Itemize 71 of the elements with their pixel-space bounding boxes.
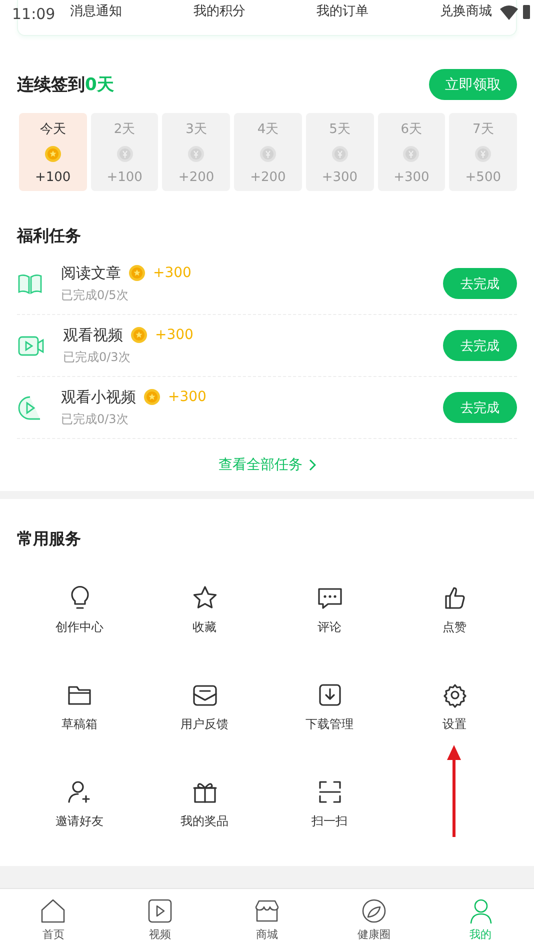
star-icon bbox=[192, 585, 218, 611]
task-name: 观看小视频 bbox=[61, 388, 136, 406]
service-label[interactable]: 评论 bbox=[318, 619, 342, 636]
coin-icon bbox=[144, 389, 160, 405]
battery-icon bbox=[523, 5, 530, 19]
nav-tab[interactable]: 视频 bbox=[149, 926, 172, 942]
status-time: 11:09 bbox=[12, 5, 56, 23]
day-points: +200 bbox=[178, 170, 214, 185]
download-icon bbox=[316, 682, 342, 708]
task-points: +300 bbox=[153, 265, 192, 281]
coin-icon bbox=[260, 146, 276, 162]
service-label[interactable]: 我的奖品 bbox=[180, 813, 228, 830]
add-person-icon bbox=[66, 779, 92, 805]
day-label: 7天 bbox=[472, 121, 494, 138]
service-label[interactable]: 下载管理 bbox=[306, 716, 354, 733]
service-label[interactable]: 设置 bbox=[442, 716, 466, 733]
coin-icon bbox=[332, 146, 348, 162]
task-name: 观看视频 bbox=[63, 326, 123, 344]
day-label: 3天 bbox=[186, 121, 207, 138]
coin-icon bbox=[475, 146, 492, 162]
menu-link[interactable]: 消息通知 bbox=[70, 2, 122, 20]
service-label[interactable]: 收藏 bbox=[192, 619, 216, 636]
nav-tab[interactable]: 健康圈 bbox=[357, 926, 390, 942]
coin-icon bbox=[44, 146, 61, 162]
coin-icon bbox=[129, 265, 145, 281]
coin-icon bbox=[131, 327, 147, 343]
day-label: 今天 bbox=[40, 121, 66, 138]
day-points: +300 bbox=[322, 170, 358, 185]
chevron-right-icon bbox=[308, 459, 316, 471]
service-label[interactable]: 点赞 bbox=[442, 619, 466, 636]
day-label: 2天 bbox=[114, 121, 136, 138]
service-label[interactable]: 邀请好友 bbox=[56, 813, 104, 830]
nav-tab[interactable]: 首页 bbox=[42, 926, 64, 942]
day-label: 5天 bbox=[329, 121, 350, 138]
signin-count: 0天 bbox=[85, 75, 114, 95]
service-label[interactable]: 用户反馈 bbox=[180, 716, 228, 733]
menu-link[interactable]: 我的积分 bbox=[193, 2, 246, 20]
settings-icon bbox=[442, 682, 468, 708]
day-points: +200 bbox=[250, 170, 286, 185]
home-icon bbox=[40, 898, 66, 924]
wifi-icon bbox=[500, 5, 518, 21]
menu-link[interactable]: 我的订单 bbox=[316, 2, 369, 20]
coin-icon bbox=[188, 146, 204, 162]
day-points: +100 bbox=[34, 170, 71, 185]
day-label: 4天 bbox=[257, 121, 279, 138]
nav-tab[interactable]: 商城 bbox=[256, 926, 278, 942]
shop-icon bbox=[254, 898, 280, 924]
task-points: +300 bbox=[168, 389, 206, 405]
day-points: +100 bbox=[106, 170, 142, 185]
section-title: 常用服务 bbox=[16, 529, 82, 550]
menu-link[interactable]: 兑换商城 bbox=[440, 2, 492, 20]
day-points: +300 bbox=[394, 170, 430, 185]
coin-icon bbox=[403, 146, 420, 162]
leaf-circle-icon bbox=[360, 898, 387, 924]
play-icon bbox=[147, 898, 174, 924]
comment-icon bbox=[316, 585, 342, 611]
signin-title: 连续签到 bbox=[17, 75, 85, 95]
task-points: +300 bbox=[155, 327, 194, 343]
service-label[interactable]: 创作中心 bbox=[56, 619, 104, 636]
envelope-icon bbox=[192, 682, 218, 708]
scan-icon bbox=[316, 779, 342, 805]
person-icon bbox=[468, 898, 494, 924]
task-name: 阅读文章 bbox=[61, 264, 121, 282]
video-camera-icon bbox=[17, 334, 45, 356]
service-label[interactable]: 草稿箱 bbox=[62, 716, 98, 733]
day-label: 6天 bbox=[400, 121, 422, 138]
coin-icon bbox=[116, 146, 133, 162]
day-points: +500 bbox=[465, 170, 501, 185]
section-title: 福利任务 bbox=[16, 226, 82, 247]
service-label[interactable]: 扫一扫 bbox=[312, 813, 348, 830]
book-icon bbox=[17, 272, 43, 294]
